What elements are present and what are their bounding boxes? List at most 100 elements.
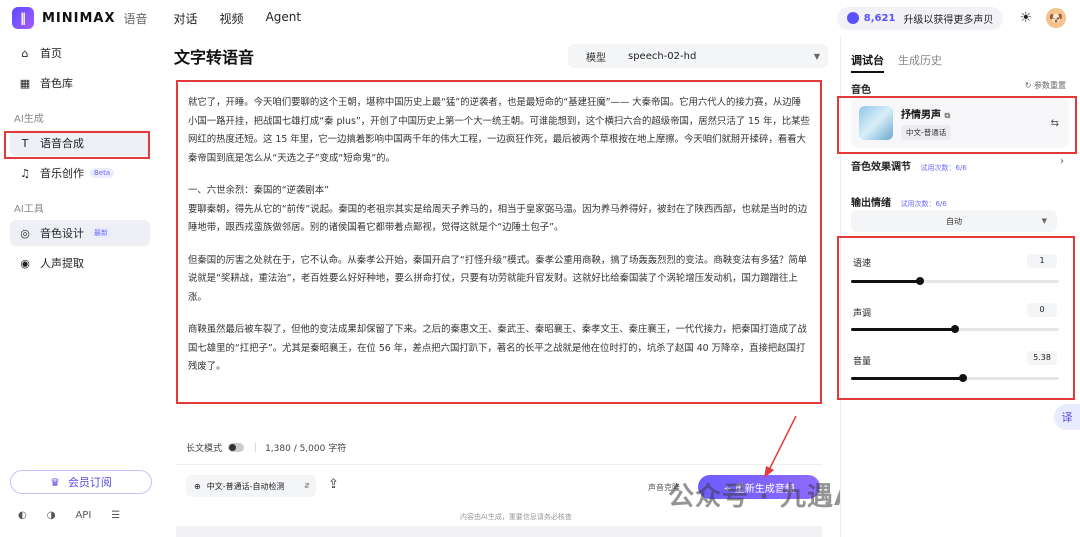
section-ai-tools: AI工具 <box>14 204 44 215</box>
sidebar-item-music[interactable]: ♫ 音乐创作 Beta <box>10 160 150 186</box>
footer-strip <box>176 526 822 537</box>
model-value: speech-02-hd <box>628 50 697 62</box>
page-title: 文字转语音 <box>174 48 255 67</box>
logo-icon: ‖ <box>12 7 34 29</box>
sidebar-item-label: 音色库 <box>40 77 73 90</box>
member-button-label: 会员订阅 <box>67 476 112 489</box>
voice-tag: 中文-普通话 <box>901 125 952 140</box>
tab-history[interactable]: 生成历史 <box>898 52 942 73</box>
sidebar-item-label: 音乐创作 <box>40 167 84 180</box>
char-count: 1,380 / 5,000 字符 <box>265 444 347 454</box>
api-link[interactable]: API <box>75 510 91 521</box>
chevron-down-icon: ▼ <box>813 51 820 61</box>
sidebar-footer: ◐ ◑ API ☰ <box>18 510 140 521</box>
top-bar: ‖ MINIMAX 语音 对话 视频 Agent 8,621 升级以获得更多声贝… <box>0 0 1080 36</box>
sidebar-item-label: 首页 <box>40 47 62 60</box>
nav-chat[interactable]: 对话 <box>174 10 198 27</box>
nav-agent[interactable]: Agent <box>266 10 302 27</box>
logo-sub: 语音 <box>123 11 148 26</box>
nav-video[interactable]: 视频 <box>220 10 244 27</box>
voice-name: 抒情男声 ⧉ <box>901 106 951 121</box>
translate-icon[interactable]: 译 <box>1054 404 1080 430</box>
chevron-right-icon[interactable]: › <box>1060 156 1064 167</box>
disclaimer: 内容由AI生成，重要信息请务必核查 <box>460 513 572 521</box>
voice-card[interactable]: 抒情男声 ⧉ 中文-普通话 ⇆ <box>851 98 1069 148</box>
main-panel: 文字转语音 模型 speech-02-hd ▼ 就它了，开睡。今天咱们要聊的这个… <box>160 36 840 537</box>
long-text-label: 长文模式 <box>186 444 223 454</box>
panel-tabs: 调试台 生成历史 <box>851 52 942 73</box>
discord-icon[interactable]: ◐ <box>18 510 27 521</box>
credit-icon <box>846 12 859 24</box>
divider: | <box>254 442 258 453</box>
model-select[interactable]: 模型 speech-02-hd ▼ <box>568 44 828 68</box>
emotion-value: 自动 <box>946 216 962 226</box>
tab-debug[interactable]: 调试台 <box>851 52 884 73</box>
swap-icon[interactable]: ⇆ <box>1051 118 1059 129</box>
emotion-select[interactable]: 自动 ▼ <box>851 210 1057 232</box>
reset-params-button[interactable]: ↻ 参数重置 <box>1025 80 1066 91</box>
volume-label: 音量 <box>853 357 872 367</box>
pitch-label: 声调 <box>853 309 872 319</box>
chevron-icon: ⇵ <box>304 482 310 490</box>
extract-icon: ◉ <box>20 256 30 270</box>
editor-paragraph: 就它了，开睡。今天咱们要聊的这个王朝，堪称中国历史上最“猛”的逆袭者，也是最短命… <box>188 97 810 164</box>
beta-badge: Beta <box>90 168 115 178</box>
copy-icon[interactable]: ⧉ <box>944 111 950 120</box>
settings-panel: 调试台 生成历史 音色 ↻ 参数重置 抒情男声 ⧉ 中文-普通话 ⇆ 音色效果调… <box>837 36 1080 537</box>
effect-row[interactable]: 音色效果调节 试用次数：6/6 <box>851 158 967 173</box>
wechat-icon[interactable]: ◑ <box>47 510 56 521</box>
sidebar-item-vocal-extract[interactable]: ◉ 人声提取 <box>10 250 150 276</box>
new-badge: 最新 <box>90 227 112 239</box>
pitch-slider[interactable] <box>851 325 1059 333</box>
model-label: 模型 <box>586 52 606 64</box>
credit-count: 8,621 <box>863 12 896 24</box>
editor-paragraph: 商鞅虽然最后被车裂了，但他的变法成果却保留了下来。之后的秦惠文王、秦武王、秦昭襄… <box>188 324 807 372</box>
text-icon: T <box>21 136 29 150</box>
emotion-trial: 试用次数：6/6 <box>900 200 947 208</box>
section-ai-gen: AI生成 <box>14 114 44 125</box>
pitch-knob[interactable] <box>951 325 959 333</box>
speed-slider[interactable] <box>851 277 1059 285</box>
effect-label: 音色效果调节 <box>851 162 911 173</box>
logo[interactable]: ‖ MINIMAX 语音 <box>12 7 148 29</box>
music-icon: ♫ <box>20 166 30 180</box>
speed-knob[interactable] <box>915 277 924 285</box>
language-select[interactable]: ⊕ 中文-普通话-自动检测 ⇵ <box>186 475 316 497</box>
effect-trial: 试用次数：6/6 <box>920 164 967 172</box>
sidebar: ⌂ 首页 ▦ 音色库 AI生成 T 语音合成 ♫ 音乐创作 Beta AI工具 … <box>0 36 160 537</box>
voice-label: 音色 <box>851 85 871 96</box>
crown-icon: ♛ <box>50 475 60 489</box>
sidebar-item-voice-library[interactable]: ▦ 音色库 <box>10 70 150 96</box>
sidebar-item-speech-synthesis[interactable]: T 语音合成 <box>10 130 150 156</box>
volume-knob[interactable] <box>959 374 968 382</box>
editor-paragraph: 一、六世余烈：秦国的“逆袭剧本” 要聊秦朝，得先从它的“前传”说起。秦国的老祖宗… <box>188 185 808 233</box>
upload-icon[interactable]: ⇪ <box>328 477 339 492</box>
sidebar-item-label: 语音合成 <box>40 137 84 150</box>
editor-paragraph: 但秦国的厉害之处就在于，它不认命。从秦孝公开始，秦国开启了“打怪升级”模式。秦孝… <box>188 254 808 303</box>
member-subscribe-button[interactable]: ♛ 会员订阅 <box>10 470 152 494</box>
top-nav: 对话 视频 Agent <box>174 10 324 27</box>
speed-label: 语速 <box>853 259 872 269</box>
emotion-label: 输出情绪 <box>851 198 891 209</box>
chevron-down-icon: ▼ <box>1041 217 1047 225</box>
volume-value[interactable]: 5.38 <box>1027 351 1057 365</box>
language-value: 中文-普通话-自动检测 <box>206 481 285 491</box>
counter-row: 长文模式 | 1,380 / 5,000 字符 <box>186 441 347 455</box>
design-icon: ◎ <box>20 226 30 240</box>
sidebar-item-voice-design[interactable]: ◎ 音色设计 最新 <box>10 220 150 246</box>
sidebar-item-home[interactable]: ⌂ 首页 <box>10 40 150 66</box>
text-editor[interactable]: 就它了，开睡。今天咱们要聊的这个王朝，堪称中国历史上最“猛”的逆袭者，也是最短命… <box>176 80 822 404</box>
menu-icon[interactable]: ☰ <box>111 510 120 521</box>
speed-fill <box>851 280 920 283</box>
theme-sun-icon[interactable]: ☀ <box>1019 10 1032 26</box>
volume-slider[interactable] <box>851 374 1059 382</box>
logo-text: MINIMAX <box>42 10 116 26</box>
long-text-toggle[interactable] <box>228 443 245 452</box>
credits-badge[interactable]: 8,621 升级以获得更多声贝 <box>836 6 1004 30</box>
sidebar-item-label: 人声提取 <box>40 257 84 270</box>
avatar[interactable]: 🐶 <box>1046 8 1066 28</box>
pitch-value[interactable]: 0 <box>1027 303 1057 317</box>
speed-value[interactable]: 1 <box>1027 254 1057 268</box>
volume-fill <box>851 377 964 380</box>
home-icon: ⌂ <box>21 46 29 60</box>
